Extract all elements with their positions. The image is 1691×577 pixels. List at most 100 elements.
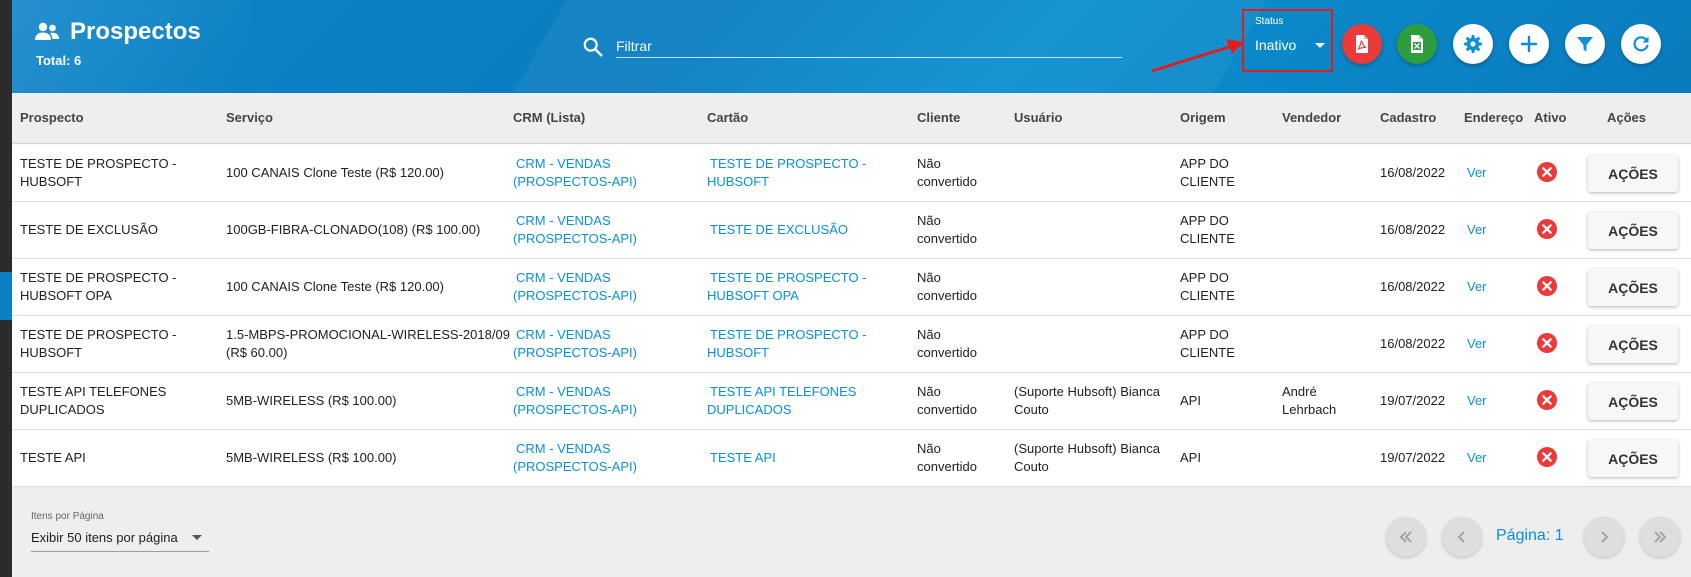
chevron-down-icon[interactable] bbox=[192, 535, 202, 540]
inactive-status-icon[interactable] bbox=[1537, 219, 1557, 239]
table-row[interactable]: TESTE API TELEFONES DUPLICADOS 5MB-WIRELES… bbox=[12, 373, 1691, 430]
cell-cartao-link-line[interactable]: HUBSOFT bbox=[707, 344, 867, 362]
last-page-button[interactable] bbox=[1640, 517, 1680, 557]
column-header-vendedor[interactable]: Vendedor bbox=[1282, 110, 1341, 125]
cell-cartao-link-line[interactable]: TESTE DE PROSPECTO - bbox=[707, 155, 867, 173]
current-page: Página: 1 bbox=[1496, 527, 1564, 544]
sidebar-active-indicator[interactable] bbox=[0, 272, 12, 320]
cell-cartao-link-line[interactable]: TESTE DE EXCLUSÃO bbox=[707, 221, 848, 239]
actions-button[interactable]: AÇÕES bbox=[1588, 212, 1678, 249]
cell-prospecto: TESTE DE EXCLUSÃO bbox=[20, 221, 158, 239]
cell-crm-link-line[interactable]: CRM - VENDAS bbox=[513, 155, 637, 173]
cell-origem: APP DO CLIENTE bbox=[1180, 269, 1235, 305]
cell-cliente: Não convertido bbox=[917, 155, 977, 191]
column-header-prospecto[interactable]: Prospecto bbox=[20, 110, 84, 125]
inactive-status-icon[interactable] bbox=[1537, 333, 1557, 353]
cell-cartao-link-line[interactable]: TESTE API bbox=[707, 449, 776, 467]
cell-prospecto: TESTE DE PROSPECTO - HUBSOFT bbox=[20, 326, 177, 362]
cell-cartao-link[interactable]: TESTE DE PROSPECTO - HUBSOFT bbox=[707, 155, 867, 191]
address-view-link[interactable]: Ver bbox=[1467, 164, 1487, 182]
table-row[interactable]: TESTE DE PROSPECTO - HUBSOFT 100 CANAIS Cl… bbox=[12, 145, 1691, 202]
cell-crm-link-line[interactable]: (PROSPECTOS-API) bbox=[513, 287, 637, 305]
cell-cartao-link[interactable]: TESTE DE EXCLUSÃO bbox=[707, 221, 848, 239]
cell-cadastro: 19/07/2022 bbox=[1380, 450, 1446, 465]
table-footer: Itens por Página Exibir 50 itens por pág… bbox=[12, 487, 1691, 577]
table-row[interactable]: TESTE DE EXCLUSÃO 100GB-FIBRA-CLONADO(108… bbox=[12, 202, 1691, 259]
cell-crm-link-line[interactable]: (PROSPECTOS-API) bbox=[513, 458, 637, 476]
cell-crm-link[interactable]: CRM - VENDAS (PROSPECTOS-API) bbox=[513, 440, 637, 476]
settings-button[interactable] bbox=[1453, 24, 1493, 64]
inactive-status-icon[interactable] bbox=[1537, 276, 1557, 296]
cell-cliente: Não convertido bbox=[917, 212, 977, 248]
cell-crm-link[interactable]: CRM - VENDAS (PROSPECTOS-API) bbox=[513, 383, 637, 419]
add-prospect-button[interactable] bbox=[1509, 24, 1549, 64]
column-header-origem[interactable]: Origem bbox=[1180, 110, 1226, 125]
column-header-cadastro[interactable]: Cadastro bbox=[1380, 110, 1436, 125]
actions-button[interactable]: AÇÕES bbox=[1588, 440, 1678, 477]
cell-crm-link[interactable]: CRM - VENDAS (PROSPECTOS-API) bbox=[513, 269, 637, 305]
cell-crm-link-line[interactable]: (PROSPECTOS-API) bbox=[513, 344, 637, 362]
excel-export-button[interactable] bbox=[1397, 24, 1437, 64]
chevron-down-icon[interactable] bbox=[1315, 43, 1325, 48]
cell-cartao-link-line[interactable]: TESTE API TELEFONES bbox=[707, 383, 856, 401]
cell-crm-link[interactable]: CRM - VENDAS (PROSPECTOS-API) bbox=[513, 155, 637, 191]
column-header-servico[interactable]: Serviço bbox=[226, 110, 273, 125]
cell-crm-link-line[interactable]: CRM - VENDAS bbox=[513, 326, 637, 344]
address-view-link[interactable]: Ver bbox=[1467, 335, 1487, 353]
cell-cartao-link-line[interactable]: HUBSOFT bbox=[707, 173, 867, 191]
pdf-export-button[interactable] bbox=[1342, 24, 1382, 64]
cell-cliente-line: Não bbox=[917, 441, 941, 456]
cell-crm-link-line[interactable]: CRM - VENDAS bbox=[513, 269, 637, 287]
page-header: Prospectos Total: 6 Status Inativo bbox=[12, 0, 1691, 93]
cell-crm-link-line[interactable]: CRM - VENDAS bbox=[513, 440, 637, 458]
gear-icon bbox=[1464, 35, 1482, 53]
previous-page-button[interactable] bbox=[1442, 517, 1482, 557]
table-row[interactable]: TESTE API 5MB-WIRELESS (R$ 100.00) CRM - V… bbox=[12, 430, 1691, 487]
status-select[interactable]: Inativo bbox=[1255, 37, 1296, 53]
inactive-status-icon[interactable] bbox=[1537, 390, 1557, 410]
filter-button[interactable] bbox=[1565, 24, 1605, 64]
column-header-ativo[interactable]: Ativo bbox=[1534, 110, 1567, 125]
actions-button[interactable]: AÇÕES bbox=[1588, 155, 1678, 192]
cell-cartao-link[interactable]: TESTE API bbox=[707, 449, 776, 467]
cell-crm-link-line[interactable]: (PROSPECTOS-API) bbox=[513, 173, 637, 191]
address-view-link[interactable]: Ver bbox=[1467, 392, 1487, 410]
cell-cartao-link-line[interactable]: TESTE DE PROSPECTO - bbox=[707, 326, 867, 344]
actions-button[interactable]: AÇÕES bbox=[1588, 383, 1678, 420]
refresh-button[interactable] bbox=[1621, 24, 1661, 64]
cell-crm-link-line[interactable]: CRM - VENDAS bbox=[513, 212, 637, 230]
cell-cartao-link-line[interactable]: HUBSOFT OPA bbox=[707, 287, 867, 305]
cell-cartao-link[interactable]: TESTE DE PROSPECTO - HUBSOFT bbox=[707, 326, 867, 362]
column-header-cliente[interactable]: Cliente bbox=[917, 110, 960, 125]
cell-cartao-link[interactable]: TESTE API TELEFONES DUPLICADOS bbox=[707, 383, 856, 419]
inactive-status-icon[interactable] bbox=[1537, 447, 1557, 467]
search-input[interactable] bbox=[616, 34, 1122, 58]
first-page-button[interactable] bbox=[1386, 517, 1426, 557]
cell-cartao-link[interactable]: TESTE DE PROSPECTO - HUBSOFT OPA bbox=[707, 269, 867, 305]
address-view-link[interactable]: Ver bbox=[1467, 221, 1487, 239]
actions-button[interactable]: AÇÕES bbox=[1588, 269, 1678, 306]
cell-cartao-link-line[interactable]: TESTE DE PROSPECTO - bbox=[707, 269, 867, 287]
inactive-status-icon[interactable] bbox=[1537, 162, 1557, 182]
cell-crm-link-line[interactable]: (PROSPECTOS-API) bbox=[513, 230, 637, 248]
table-row[interactable]: TESTE DE PROSPECTO - HUBSOFT 1.5-MBPS-PROM… bbox=[12, 316, 1691, 373]
address-view-link[interactable]: Ver bbox=[1467, 278, 1487, 296]
cell-cartao-link-line[interactable]: DUPLICADOS bbox=[707, 401, 856, 419]
cell-cliente: Não convertido bbox=[917, 326, 977, 362]
items-per-page-select[interactable]: Exibir 50 itens por página bbox=[31, 530, 178, 545]
column-header-usuario[interactable]: Usuário bbox=[1014, 110, 1062, 125]
column-header-cartao[interactable]: Cartão bbox=[707, 110, 748, 125]
cell-crm-link[interactable]: CRM - VENDAS (PROSPECTOS-API) bbox=[513, 212, 637, 248]
cell-crm-link-line[interactable]: CRM - VENDAS bbox=[513, 383, 637, 401]
column-header-endereco[interactable]: Endereço bbox=[1464, 110, 1523, 125]
status-select-label: Status bbox=[1255, 16, 1284, 27]
table-row[interactable]: TESTE DE PROSPECTO - HUBSOFT OPA 100 CANAI… bbox=[12, 259, 1691, 316]
next-page-button[interactable] bbox=[1584, 517, 1624, 557]
cell-cadastro: 16/08/2022 bbox=[1380, 279, 1446, 294]
cell-crm-link-line[interactable]: (PROSPECTOS-API) bbox=[513, 401, 637, 419]
column-header-crm[interactable]: CRM (Lista) bbox=[513, 110, 585, 125]
actions-button[interactable]: AÇÕES bbox=[1588, 326, 1678, 363]
cell-origem-line: APP DO bbox=[1180, 156, 1229, 171]
address-view-link[interactable]: Ver bbox=[1467, 449, 1487, 467]
cell-crm-link[interactable]: CRM - VENDAS (PROSPECTOS-API) bbox=[513, 326, 637, 362]
